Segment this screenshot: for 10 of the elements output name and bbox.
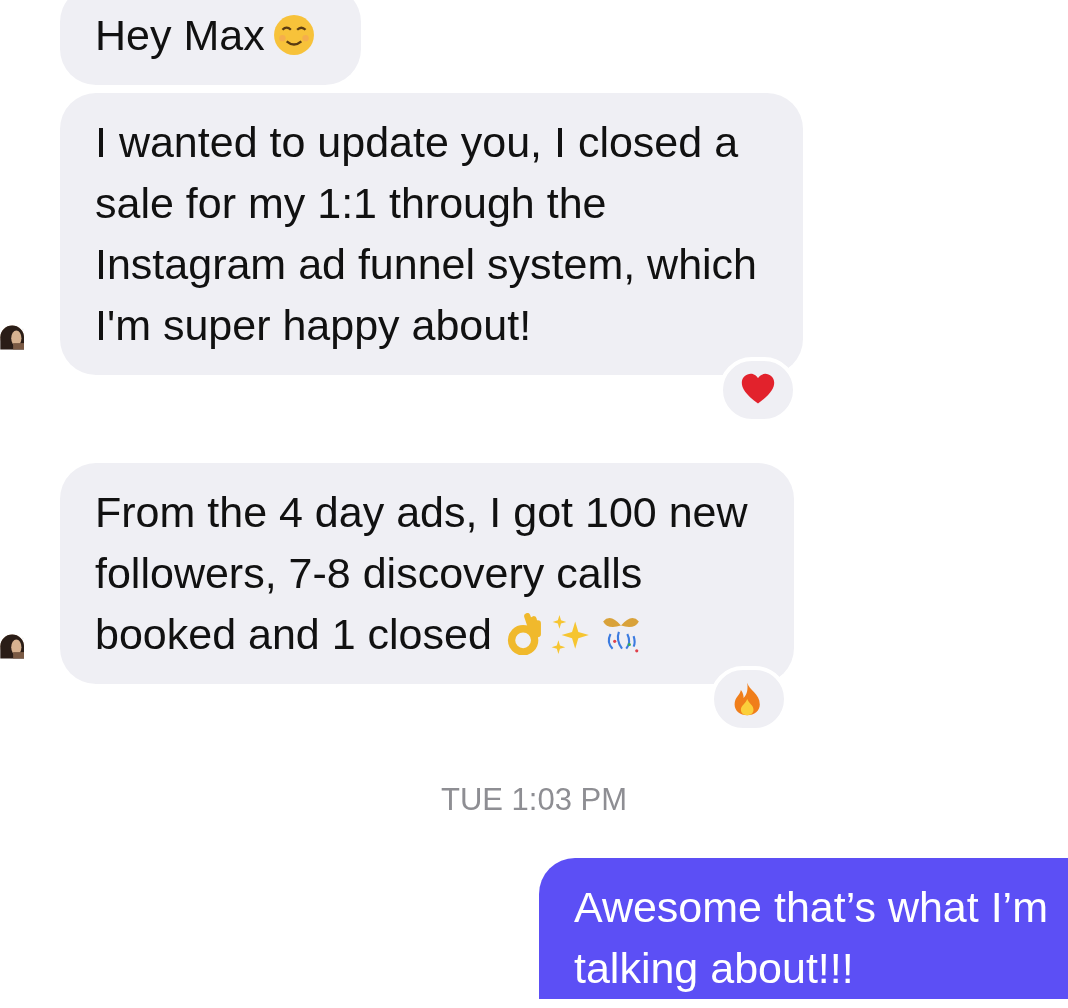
message-text: I wanted to update you, I closed a xyxy=(95,118,739,166)
message-text: From the 4 day ads, I got 100 new xyxy=(95,488,748,536)
timestamp: TUE 1:03 PM xyxy=(439,781,629,819)
message-text: booked and 1 closed xyxy=(95,610,492,658)
message-text: Awesome that’s what I’m talking about!!! xyxy=(574,882,1048,994)
message-text: sale for my 1:1 through the xyxy=(95,179,607,227)
message-text: I'm super happy about! xyxy=(95,301,532,349)
message-text: followers, 7-8 discovery calls xyxy=(95,549,643,597)
message-text: Instagram ad funnel system, which xyxy=(95,240,758,288)
message-text: Hey Max xyxy=(95,11,265,59)
